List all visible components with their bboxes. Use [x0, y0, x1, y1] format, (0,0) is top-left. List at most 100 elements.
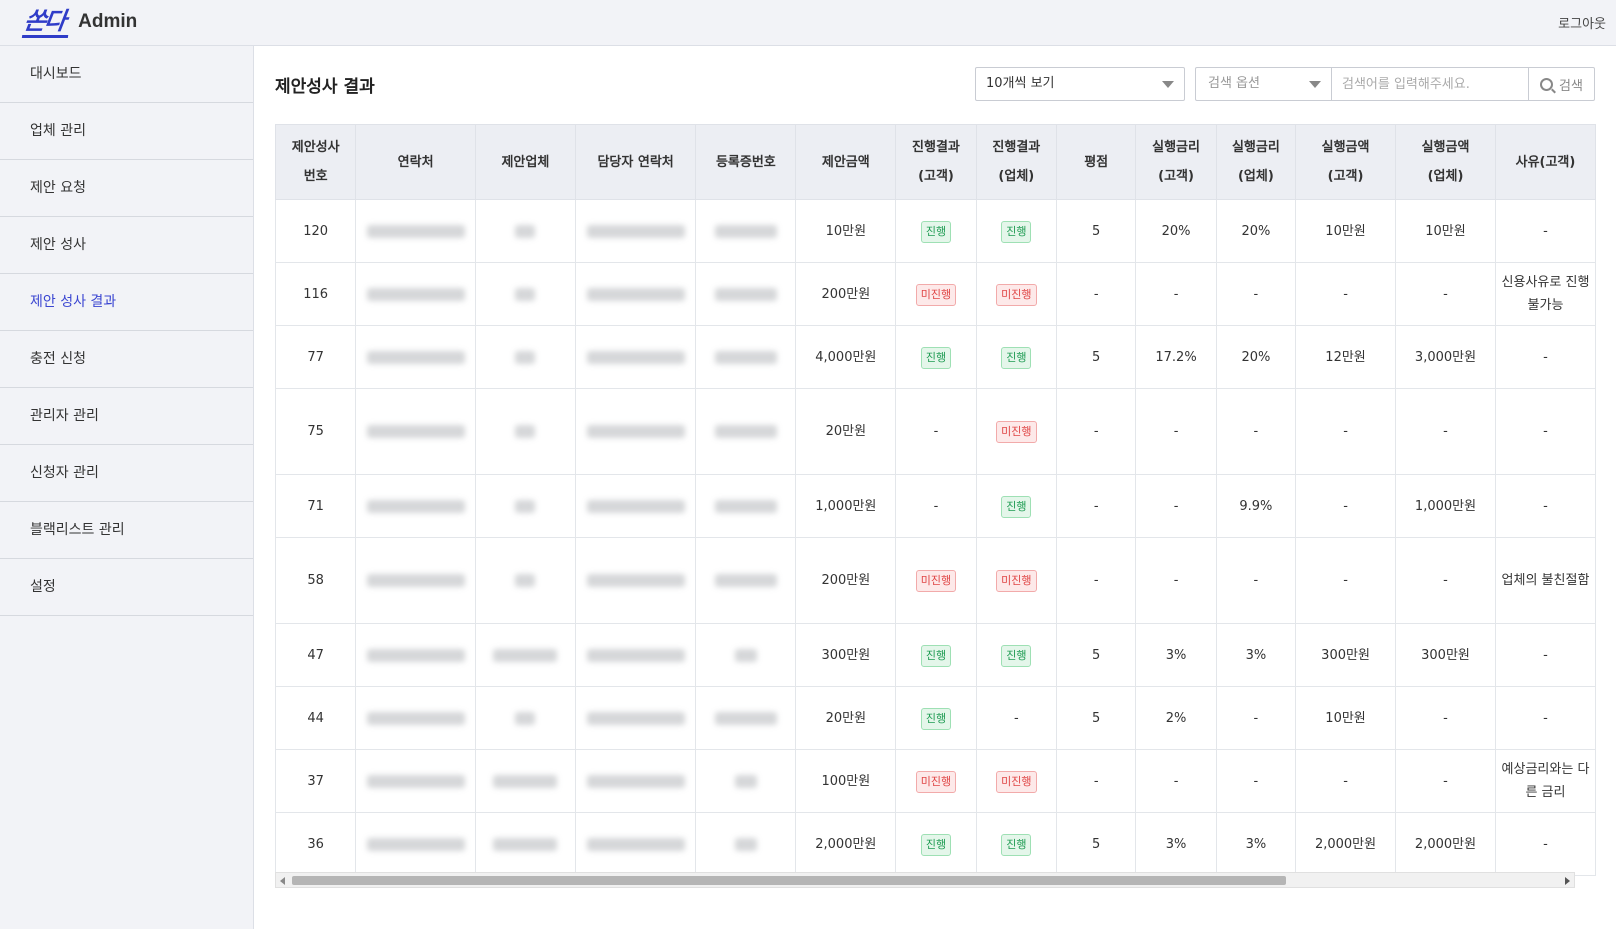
- redacted-value: [366, 648, 465, 662]
- table-row[interactable]: 75 20만원 - 미진행 - - - - - -: [275, 388, 1596, 475]
- cell-amt-b: 10만원: [1395, 199, 1496, 263]
- cell-id: 44: [275, 686, 357, 750]
- sidebar-item[interactable]: 업체 관리: [0, 103, 253, 160]
- table-row[interactable]: 71 1,000만원 - 진행 - -9.9% -1,000만원 -: [275, 474, 1596, 538]
- redacted-value: [586, 648, 685, 662]
- redacted-value: [714, 499, 777, 513]
- logout-button[interactable]: 로그아웃: [1558, 13, 1606, 32]
- redacted-cell: [474, 325, 576, 389]
- column-header: 진행결과 (업체): [975, 124, 1058, 200]
- column-header-line: 실행금리: [1231, 140, 1280, 155]
- redacted-cell: [474, 812, 576, 876]
- logo-mark: 쏜다: [21, 6, 73, 38]
- cell-reason: -: [1494, 388, 1596, 475]
- cell-rate-c: -: [1135, 474, 1217, 538]
- cell-rating: -: [1056, 537, 1137, 624]
- redacted-cell: [474, 199, 576, 263]
- scroll-left-icon[interactable]: [280, 877, 285, 885]
- redacted-cell: [355, 623, 476, 687]
- cell-amount: 300만원: [795, 623, 897, 687]
- table-header-row: 제안성사 번호 연락처 제안업체 담당자 연락처 등록증번호 제안금액 진행결과 (고객) 진행결…: [275, 124, 1596, 200]
- redacted-value: [734, 648, 757, 662]
- table-row[interactable]: 47 300만원 진행 진행 5 3% 3% 300만원 300만원 -: [275, 623, 1596, 687]
- redacted-cell: [695, 537, 797, 624]
- column-header-line: 제안금액: [821, 154, 870, 170]
- table-row[interactable]: 116 200만원 미진행 미진행 - - - - - 신용사유로 진행 불가능: [275, 262, 1596, 326]
- table-row[interactable]: 58 200만원 미진행 미진행 - - - - - 업체의 불친절함: [275, 537, 1596, 624]
- cell-res-c: 미진행: [895, 537, 977, 624]
- table-row[interactable]: 36 2,000만원 진행 진행 5 3% 3% 2,000만원 2,000만원 -: [275, 812, 1596, 876]
- status-badge: 미진행: [915, 570, 957, 592]
- redacted-cell: [474, 537, 576, 624]
- column-header-line: (업체): [998, 169, 1035, 184]
- sidebar-item[interactable]: 블랙리스트 관리: [0, 502, 253, 559]
- redacted-cell: [355, 537, 476, 624]
- redacted-cell: [695, 199, 797, 263]
- redacted-cell: [474, 474, 576, 538]
- redacted-cell: [355, 749, 476, 813]
- redacted-value: [586, 425, 685, 438]
- redacted-cell: [355, 325, 476, 389]
- redacted-value: [586, 574, 685, 587]
- cell-rate-c: -: [1135, 749, 1217, 813]
- sidebar-item[interactable]: 제안 요청: [0, 160, 253, 217]
- results-table: 제안성사 번호 연락처 제안업체 담당자 연락처 등록증번호 제안금액 진행결과 (고객) 진행결…: [275, 124, 1596, 876]
- table-row[interactable]: 44 20만원 진행 -5 2% -10만원 - -: [275, 686, 1596, 750]
- cell-rate-c: -: [1135, 388, 1217, 475]
- column-header: 등록증번호: [695, 124, 797, 200]
- column-header-line: 진행결과: [992, 140, 1041, 155]
- sidebar-item[interactable]: 관리자 관리: [0, 388, 253, 445]
- status-badge: 미진행: [996, 570, 1037, 592]
- redacted-cell: [355, 388, 476, 475]
- cell-amt-b: -: [1395, 686, 1496, 750]
- column-header-line: 제안성사: [291, 140, 340, 155]
- redacted-value: [586, 287, 685, 301]
- cell-res-b: 미진행: [975, 262, 1058, 326]
- cell-res-b: 미진행: [975, 749, 1058, 813]
- sidebar-item[interactable]: 설정: [0, 559, 253, 616]
- sidebar-item[interactable]: 대시보드: [0, 46, 253, 103]
- scroll-right-icon[interactable]: [1565, 877, 1570, 885]
- status-badge: 미진행: [996, 770, 1037, 793]
- table-row[interactable]: 120 10만원 진행 진행 5 20% 20% 10만원 10만원 -: [275, 199, 1596, 263]
- search-input[interactable]: [1332, 68, 1529, 100]
- cell-reason: -: [1494, 325, 1596, 389]
- logo[interactable]: 쏜다 Admin: [21, 6, 137, 38]
- column-header: 실행금액 (업체): [1395, 124, 1496, 200]
- scrollbar-thumb[interactable]: [292, 876, 1286, 885]
- column-header: 평점: [1056, 124, 1137, 200]
- redacted-cell: [695, 749, 797, 813]
- search-button[interactable]: 검색: [1529, 68, 1594, 100]
- cell-reason: -: [1494, 686, 1596, 750]
- table-row[interactable]: 77 4,000만원 진행 진행 5 17.2% 20% 12만원 3,000만원 -: [275, 325, 1596, 389]
- redacted-value: [366, 499, 465, 513]
- cell-amt-b: -: [1395, 749, 1496, 813]
- horizontal-scrollbar[interactable]: [275, 872, 1575, 888]
- search-option-placeholder: 검색 옵션: [1208, 76, 1260, 91]
- sidebar-item[interactable]: 제안 성사: [0, 217, 253, 274]
- redacted-value: [586, 774, 685, 788]
- redacted-value: [586, 224, 685, 238]
- top-bar: 쏜다 Admin 로그아웃: [0, 0, 1616, 46]
- redacted-value: [515, 574, 536, 587]
- cell-amt-c: -: [1295, 474, 1397, 538]
- redacted-value: [366, 711, 465, 725]
- cell-rate-b: -: [1215, 686, 1297, 750]
- sidebar-item[interactable]: 충전 신청: [0, 331, 253, 388]
- cell-amount: 200만원: [795, 262, 897, 326]
- cell-rate-b: -: [1215, 749, 1297, 813]
- cell-amt-b: -: [1395, 537, 1496, 624]
- sidebar-item[interactable]: 신청자 관리: [0, 445, 253, 502]
- table-row[interactable]: 37 100만원 미진행 미진행 - - - - - 예상금리와는 다른 금리: [275, 749, 1596, 813]
- sidebar-item[interactable]: 제안 성사 결과: [0, 274, 253, 331]
- column-header: 실행금액 (고객): [1295, 124, 1397, 200]
- redacted-value: [714, 224, 777, 238]
- cell-rate-c: 3%: [1135, 812, 1217, 876]
- cell-amt-c: -: [1295, 537, 1397, 624]
- redacted-cell: [574, 686, 697, 750]
- page-size-select[interactable]: 10개씩 보기: [975, 67, 1185, 101]
- column-header-line: 연락처: [397, 154, 434, 170]
- search-option-select[interactable]: 검색 옵션: [1196, 68, 1332, 100]
- status-badge: 진행: [920, 833, 952, 856]
- column-header: 제안금액: [795, 124, 897, 200]
